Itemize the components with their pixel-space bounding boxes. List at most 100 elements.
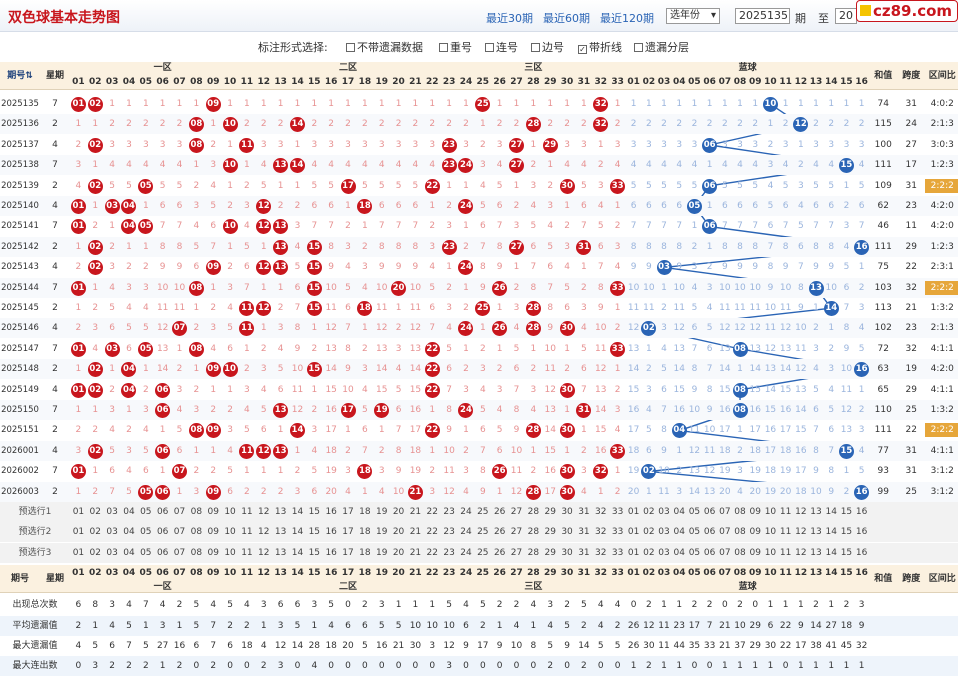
preselect-red-number[interactable]: 05 (137, 543, 154, 563)
preselect-blue-number[interactable]: 11 (778, 543, 793, 563)
preselect-blue-number[interactable]: 04 (672, 543, 687, 563)
preselect-red-number[interactable]: 17 (340, 543, 357, 563)
preselect-red-number[interactable]: 32 (592, 522, 609, 542)
preselect-red-number[interactable]: 13 (272, 543, 289, 563)
preselect-blue-number[interactable]: 14 (824, 502, 839, 522)
preselect-red-number[interactable]: 08 (188, 502, 205, 522)
preselect-red-number[interactable]: 16 (323, 502, 340, 522)
preselect-blue-number[interactable]: 07 (717, 522, 732, 542)
preselect-red-number[interactable]: 25 (474, 502, 491, 522)
preselect-red-number[interactable]: 05 (137, 522, 154, 542)
preselect-red-number[interactable]: 14 (289, 502, 306, 522)
preselect-blue-number[interactable]: 02 (641, 502, 656, 522)
preselect-blue-number[interactable]: 03 (656, 522, 671, 542)
preselect-red-number[interactable]: 15 (306, 502, 323, 522)
from-period-input[interactable]: 2025135 (735, 8, 790, 24)
preselect-red-number[interactable]: 27 (508, 543, 525, 563)
checkbox-icon[interactable] (439, 43, 448, 52)
preselect-red-number[interactable]: 29 (542, 522, 559, 542)
preselect-red-number[interactable]: 01 (70, 502, 87, 522)
checkbox-icon[interactable] (346, 43, 355, 52)
preselect-blue-number[interactable]: 02 (641, 522, 656, 542)
preselect-red-number[interactable]: 33 (609, 502, 626, 522)
preselect-blue-number[interactable]: 08 (732, 522, 747, 542)
preselect-blue-number[interactable]: 05 (687, 502, 702, 522)
preselect-red-number[interactable]: 31 (576, 502, 593, 522)
preselect-red-number[interactable]: 12 (255, 543, 272, 563)
preselect-red-number[interactable]: 28 (525, 522, 542, 542)
preselect-red-number[interactable]: 11 (239, 522, 256, 542)
preselect-red-number[interactable]: 31 (576, 543, 593, 563)
checkbox-icon[interactable] (531, 43, 540, 52)
preselect-red-number[interactable]: 24 (458, 543, 475, 563)
preselect-red-number[interactable]: 10 (222, 543, 239, 563)
preselect-blue-number[interactable]: 12 (793, 522, 808, 542)
preselect-red-number[interactable]: 30 (559, 502, 576, 522)
preselect-red-number[interactable]: 06 (154, 543, 171, 563)
preselect-row[interactable]: 预选行3 01 02 03 04 05 06 07 08 09 10 11 12 13 14 15 16 17 18… (0, 542, 958, 563)
preselect-red-number[interactable]: 13 (272, 502, 289, 522)
preselect-red-number[interactable]: 01 (70, 543, 87, 563)
preselect-blue-number[interactable]: 09 (748, 543, 763, 563)
preselect-red-number[interactable]: 16 (323, 543, 340, 563)
preselect-red-number[interactable]: 04 (121, 543, 138, 563)
preselect-red-number[interactable]: 19 (373, 543, 390, 563)
preselect-red-number[interactable]: 26 (491, 502, 508, 522)
preselect-red-number[interactable]: 23 (441, 543, 458, 563)
checkbox-icon[interactable] (485, 43, 494, 52)
preselect-blue-number[interactable]: 13 (808, 543, 823, 563)
preselect-red-number[interactable]: 10 (222, 522, 239, 542)
preselect-red-number[interactable]: 32 (592, 502, 609, 522)
preselect-red-number[interactable]: 11 (239, 502, 256, 522)
preselect-red-number[interactable]: 03 (104, 543, 121, 563)
preselect-red-number[interactable]: 21 (407, 522, 424, 542)
preselect-red-number[interactable]: 20 (390, 522, 407, 542)
preselect-blue-number[interactable]: 13 (808, 522, 823, 542)
preselect-red-number[interactable]: 33 (609, 522, 626, 542)
preselect-red-number[interactable]: 33 (609, 543, 626, 563)
preselect-red-number[interactable]: 04 (121, 522, 138, 542)
preselect-blue-number[interactable]: 07 (717, 502, 732, 522)
option-repeat[interactable]: 重号 (439, 39, 472, 55)
link-recent-60[interactable]: 最近60期 (543, 10, 590, 26)
preselect-red-number[interactable]: 07 (171, 543, 188, 563)
preselect-red-number[interactable]: 19 (373, 522, 390, 542)
preselect-red-number[interactable]: 17 (340, 522, 357, 542)
preselect-blue-number[interactable]: 04 (672, 502, 687, 522)
preselect-blue-number[interactable]: 05 (687, 543, 702, 563)
preselect-red-number[interactable]: 02 (87, 502, 104, 522)
preselect-row[interactable]: 预选行1 01 02 03 04 05 06 07 08 09 10 11 12 13 14 15 16 17 18… (0, 502, 958, 522)
preselect-red-number[interactable]: 22 (424, 543, 441, 563)
preselect-blue-number[interactable]: 05 (687, 522, 702, 542)
preselect-blue-number[interactable]: 14 (824, 543, 839, 563)
preselect-red-number[interactable]: 03 (104, 522, 121, 542)
preselect-red-number[interactable]: 01 (70, 522, 87, 542)
preselect-blue-number[interactable]: 09 (748, 522, 763, 542)
preselect-blue-number[interactable]: 06 (702, 502, 717, 522)
preselect-red-number[interactable]: 20 (390, 502, 407, 522)
preselect-blue-number[interactable]: 04 (672, 522, 687, 542)
preselect-blue-number[interactable]: 12 (793, 502, 808, 522)
preselect-red-number[interactable]: 29 (542, 502, 559, 522)
preselect-red-number[interactable]: 11 (239, 543, 256, 563)
preselect-blue-number[interactable]: 12 (793, 543, 808, 563)
preselect-red-number[interactable]: 06 (154, 502, 171, 522)
preselect-red-number[interactable]: 12 (255, 502, 272, 522)
preselect-red-number[interactable]: 02 (87, 522, 104, 542)
preselect-red-number[interactable]: 24 (458, 502, 475, 522)
preselect-red-number[interactable]: 29 (542, 543, 559, 563)
preselect-blue-number[interactable]: 14 (824, 522, 839, 542)
preselect-red-number[interactable]: 07 (171, 502, 188, 522)
preselect-red-number[interactable]: 26 (491, 522, 508, 542)
preselect-blue-number[interactable]: 08 (732, 502, 747, 522)
preselect-red-number[interactable]: 28 (525, 502, 542, 522)
option-edge[interactable]: 边号 (531, 39, 564, 55)
preselect-red-number[interactable]: 08 (188, 522, 205, 542)
preselect-red-number[interactable]: 18 (356, 543, 373, 563)
site-logo[interactable]: cz89.com (856, 0, 958, 22)
preselect-red-number[interactable]: 26 (491, 543, 508, 563)
preselect-red-number[interactable]: 03 (104, 502, 121, 522)
preselect-red-number[interactable]: 12 (255, 522, 272, 542)
preselect-red-number[interactable]: 23 (441, 502, 458, 522)
preselect-red-number[interactable]: 23 (441, 522, 458, 542)
